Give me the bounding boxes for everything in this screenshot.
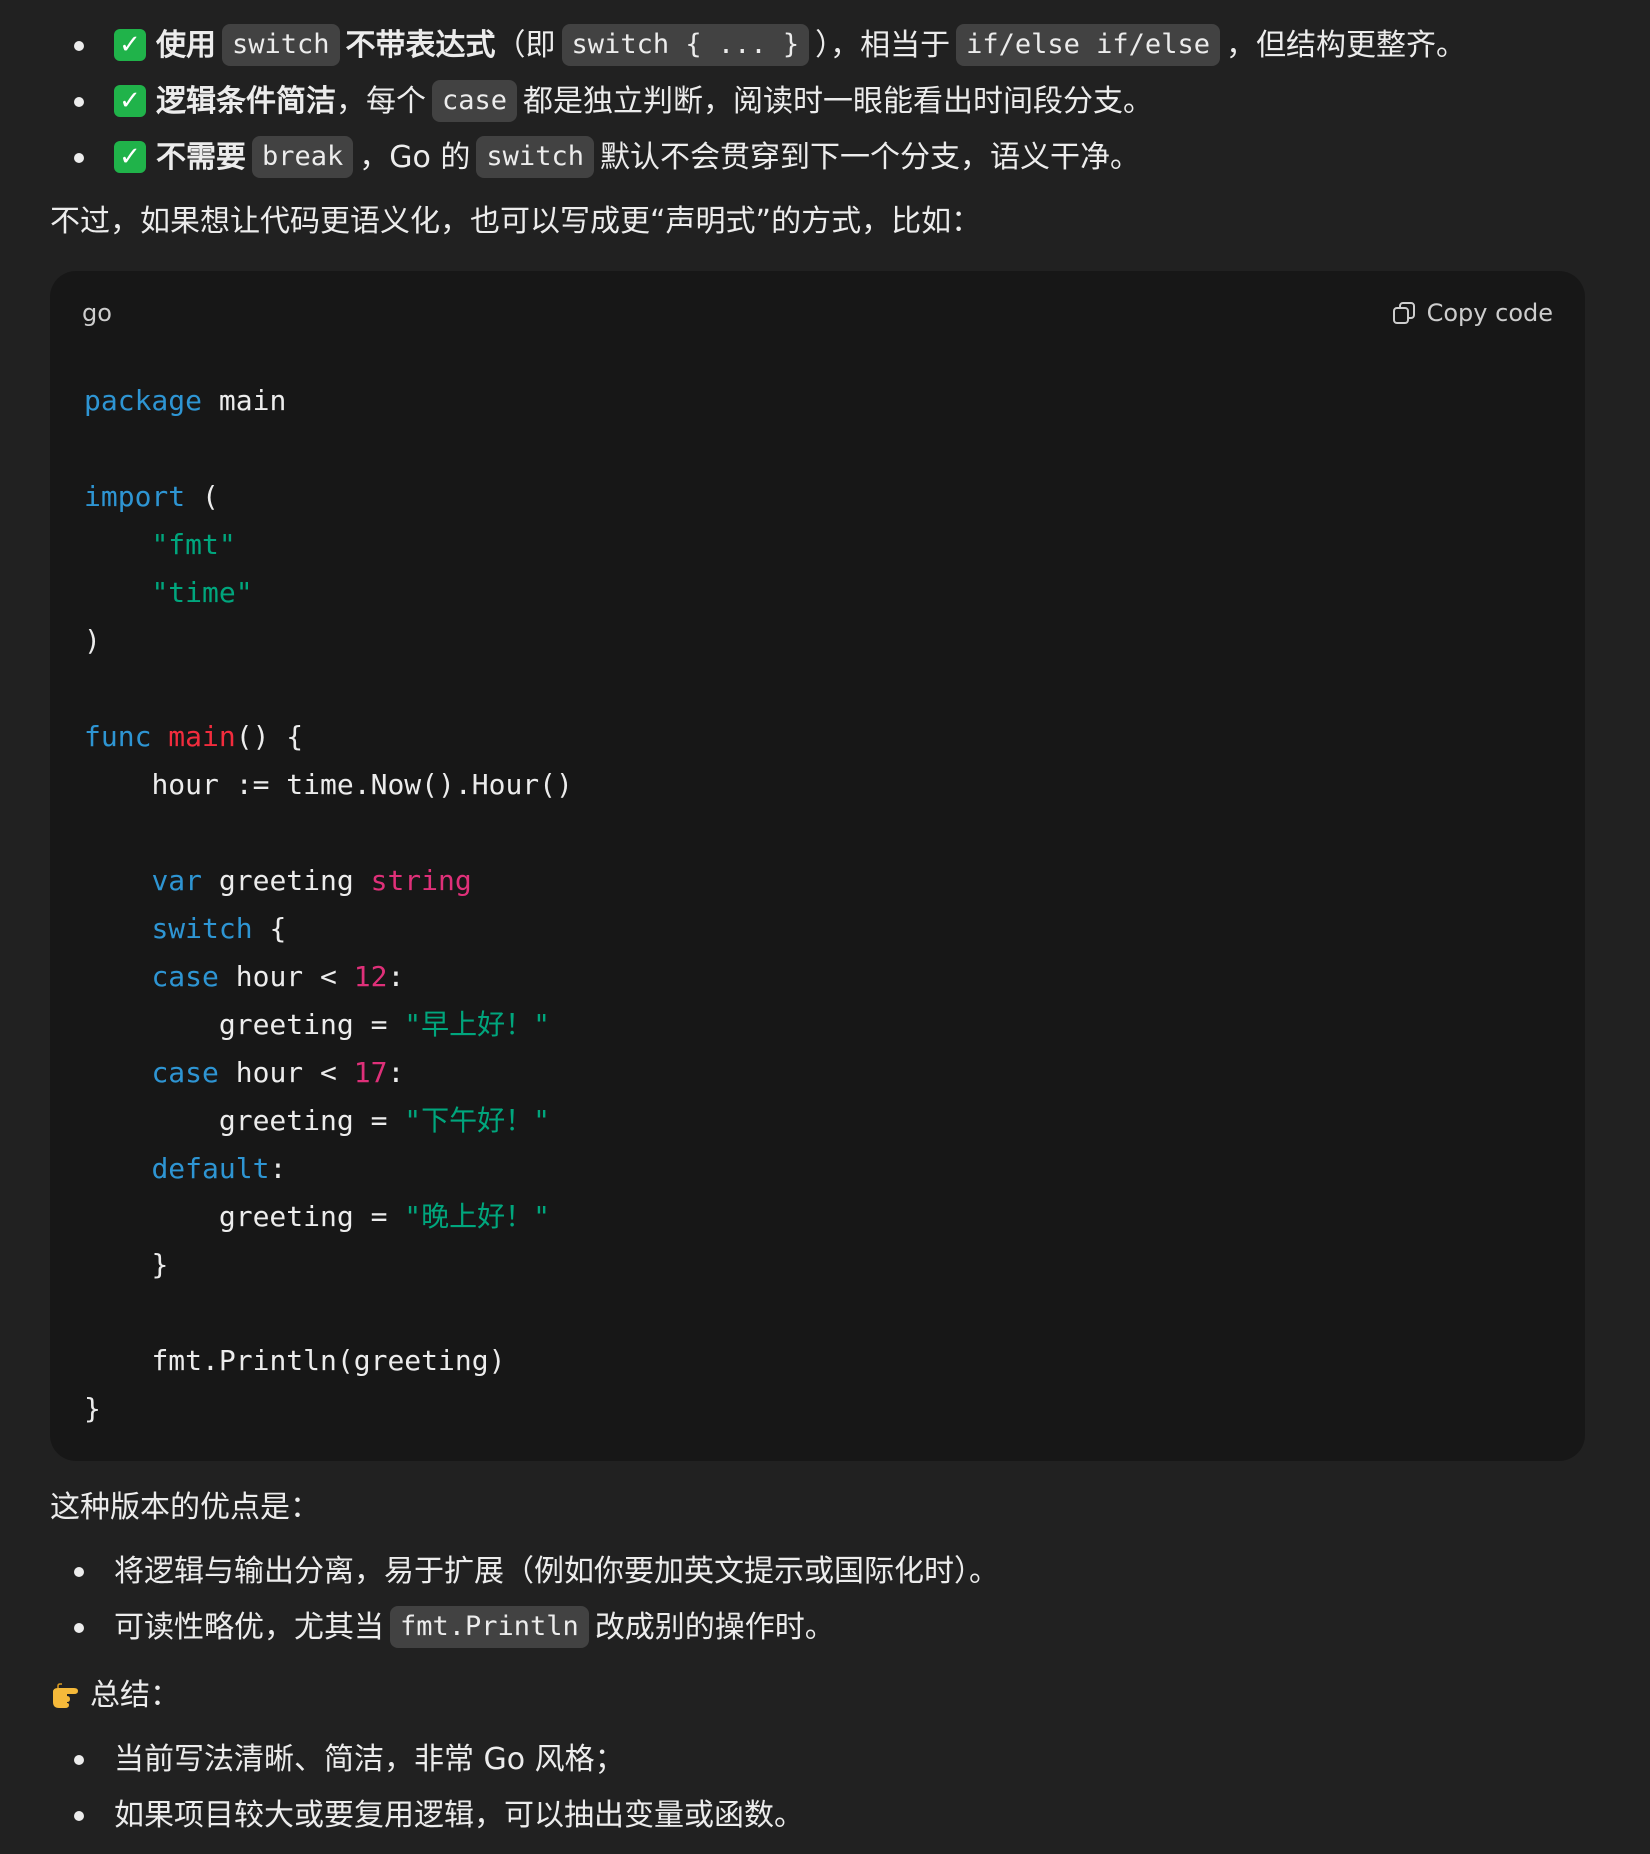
bullet-dot — [74, 1811, 84, 1821]
list-item: 可读性略优，尤其当 fmt.Println 改成别的操作时。 — [50, 1599, 1585, 1655]
inline-code: switch — [476, 135, 594, 179]
summary-title: 总结： — [90, 1677, 180, 1713]
code-block: go Copy code package main import ( "fmt"… — [50, 271, 1585, 1461]
list-item: ✓ 逻辑条件简洁 ，每个 case 都是独立判断，阅读时一眼能看出时间段分支。 — [50, 73, 1585, 129]
code-token: var — [151, 864, 203, 897]
code-token: } — [151, 1248, 169, 1281]
bold-text: 不需要 — [156, 139, 246, 175]
list-item: 将逻辑与输出分离，易于扩展（例如你要加英文提示或国际化时）。 — [50, 1543, 1585, 1599]
list-item: ✓ 不需要 break ，Go 的 switch 默认不会贯穿到下一个分支，语义… — [50, 129, 1585, 185]
copy-icon — [1391, 300, 1417, 326]
code-token: package — [84, 384, 203, 417]
list-text: 默认不会贯穿到下一个分支，语义干净。 — [599, 139, 1140, 175]
inline-code: switch — [222, 23, 340, 67]
bullet-dot — [74, 1755, 84, 1765]
code-token: () { — [235, 720, 304, 753]
summary-heading: 总结： — [50, 1659, 1585, 1731]
list-text: 改成别的操作时。 — [594, 1609, 835, 1645]
code-token: main — [168, 720, 236, 753]
code-token: 17 — [353, 1056, 388, 1089]
list-text: 都是独立判断，阅读时一眼能看出时间段分支。 — [523, 83, 1154, 119]
intro-paragraph: 不过，如果想让代码更语义化，也可以写成更“声明式”的方式，比如： — [50, 203, 982, 239]
bold-text: 不带表达式 — [345, 27, 496, 63]
code-token: import — [84, 480, 186, 513]
advantages-list: 将逻辑与输出分离，易于扩展（例如你要加英文提示或国际化时）。 可读性略优，尤其当… — [50, 1543, 1585, 1655]
code-token: greeting = — [218, 1008, 405, 1041]
bold-text: 逻辑条件简洁 — [156, 83, 336, 119]
code-token: greeting = — [218, 1200, 405, 1233]
summary-list: 当前写法清晰、简洁，非常 Go 风格； 如果项目较大或要复用逻辑，可以抽出变量或… — [50, 1731, 1585, 1843]
code-token: : — [269, 1152, 287, 1185]
list-item: 如果项目较大或要复用逻辑，可以抽出变量或函数。 — [50, 1787, 1585, 1843]
list-text: ，但结构更整齐。 — [1225, 27, 1466, 63]
code-token: ) — [84, 624, 101, 657]
code-token: "晚上好！" — [404, 1200, 551, 1233]
list-text: 当前写法清晰、简洁，非常 Go 风格； — [114, 1741, 625, 1777]
code-token: "下午好！" — [404, 1104, 551, 1137]
bold-text: 使用 — [156, 27, 216, 63]
bullet-dot — [74, 1567, 84, 1577]
code-token: string — [370, 864, 472, 897]
copy-code-label: Copy code — [1426, 299, 1553, 327]
list-text: 如果项目较大或要复用逻辑，可以抽出变量或函数。 — [114, 1797, 804, 1833]
pointing-hand-icon — [50, 1678, 84, 1712]
chat-message: ✓ 使用 switch 不带表达式 （即 switch { ... } ），相当… — [50, 0, 1585, 1843]
code-header: go Copy code — [82, 293, 1553, 333]
code-token: "time" — [151, 576, 253, 609]
code-token: func — [84, 720, 152, 753]
code-token: ( — [185, 480, 219, 513]
bullet-dot — [74, 1623, 84, 1633]
code-token: fmt.Println(greeting) — [151, 1344, 506, 1377]
inline-code: if/else if/else — [956, 23, 1220, 67]
advantages-title: 这种版本的优点是： — [50, 1489, 320, 1525]
code-language-label: go — [82, 299, 112, 327]
code-token: { — [252, 912, 287, 945]
list-text: ），相当于 — [815, 27, 951, 63]
inline-code: switch { ... } — [561, 23, 810, 67]
code-token: "早上好！" — [404, 1008, 551, 1041]
bullet-dot — [74, 97, 84, 107]
inline-code: case — [432, 79, 518, 123]
bullet-dot — [74, 153, 84, 163]
code-token: 12 — [353, 960, 388, 993]
list-text: 可读性略优，尤其当 — [114, 1609, 384, 1645]
code-token: hour < — [218, 1056, 354, 1089]
copy-code-button[interactable]: Copy code — [1391, 295, 1553, 331]
check-mark-icon: ✓ — [114, 141, 146, 173]
code-token: default — [151, 1152, 270, 1185]
code-content[interactable]: package main import ( "fmt" "time" ) fun… — [84, 377, 573, 1433]
check-mark-icon: ✓ — [114, 29, 146, 61]
list-item: ✓ 使用 switch 不带表达式 （即 switch { ... } ），相当… — [50, 17, 1585, 73]
list-item: 当前写法清晰、简洁，非常 Go 风格； — [50, 1731, 1585, 1787]
list-text: 将逻辑与输出分离，易于扩展（例如你要加英文提示或国际化时）。 — [114, 1553, 999, 1589]
code-token: hour := time.Now().Hour() — [151, 768, 573, 801]
list-text: ，每个 — [336, 83, 426, 119]
code-token: greeting — [202, 864, 371, 897]
code-token: "fmt" — [151, 528, 236, 561]
code-token: } — [84, 1392, 101, 1425]
check-mark-icon: ✓ — [114, 85, 146, 117]
list-text: （即 — [495, 27, 556, 63]
feature-list: ✓ 使用 switch 不带表达式 （即 switch { ... } ），相当… — [50, 17, 1585, 185]
code-token: switch — [151, 912, 253, 945]
inline-code: break — [252, 135, 354, 179]
bullet-dot — [74, 41, 84, 51]
code-token: : — [387, 960, 405, 993]
code-token: greeting = — [218, 1104, 405, 1137]
code-token: case — [151, 1056, 219, 1089]
code-token: hour < — [218, 960, 354, 993]
inline-code: fmt.Println — [390, 1605, 589, 1649]
code-token: main — [202, 384, 287, 417]
list-text: ，Go 的 — [359, 139, 471, 175]
code-token: : — [387, 1056, 405, 1089]
code-token: case — [151, 960, 219, 993]
